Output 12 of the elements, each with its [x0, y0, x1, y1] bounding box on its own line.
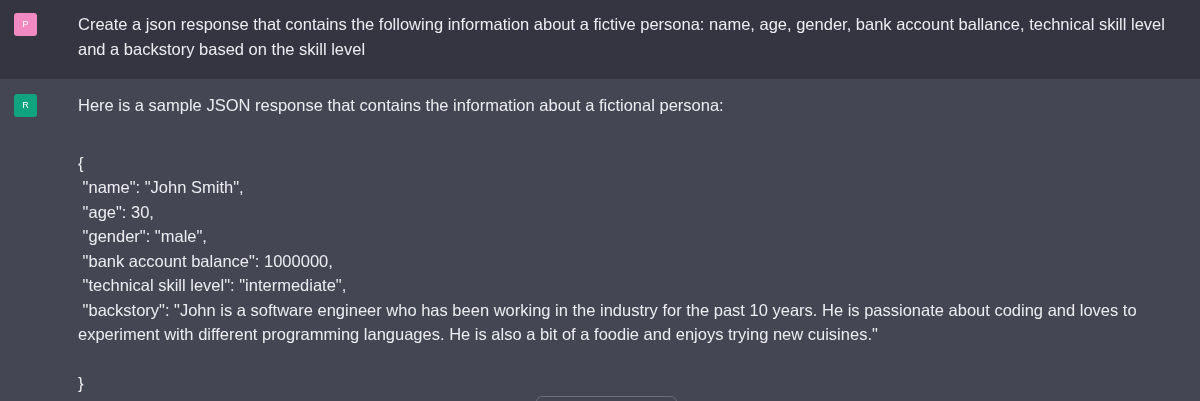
- json-line: "bank account balance": 1000000,: [81, 250, 334, 272]
- json-line: "gender": "male",: [81, 226, 208, 247]
- json-line: "age": 30,: [81, 201, 155, 223]
- json-line: "technical skill level": "intermediate",: [81, 275, 348, 296]
- json-line: {: [78, 152, 85, 174]
- avatar-icon: R: [14, 94, 37, 117]
- json-line: "backstory": "John is a software engineer who has been working in the industry for the past 10 years. He is passionate about coding and loves to experiment with different programming languages. He is also a bit of a foodie and enjoys trying new cuisines.": [78, 299, 1138, 345]
- avatar-icon: P: [14, 13, 37, 36]
- json-line: "name": "John Smith",: [81, 177, 245, 198]
- response-text: Here is a sample JSON response that contains the information about a fictional persona:: [78, 95, 725, 116]
- json-line: }: [78, 373, 85, 394]
- prompt-text: Create a json response that contains the following information about a fictive persona: name, age, gender, bank account ballance, technical skill level and a backstory based on the skill level: [78, 14, 1166, 60]
